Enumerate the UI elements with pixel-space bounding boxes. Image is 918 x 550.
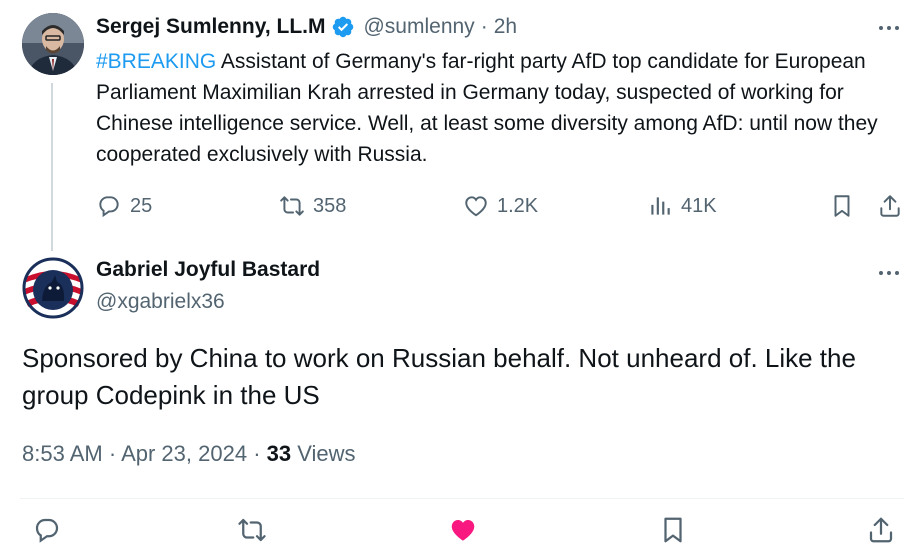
thread-line xyxy=(51,83,53,251)
reply-icon xyxy=(35,518,59,543)
meta-separator: · xyxy=(253,441,261,466)
share-button[interactable] xyxy=(866,515,896,545)
analytics-icon xyxy=(651,197,670,215)
reply-author-name[interactable]: Gabriel Joyful Bastard xyxy=(96,258,320,282)
views-count: 41K xyxy=(681,194,717,217)
like-button[interactable]: 1.2K xyxy=(463,190,538,222)
reply-button[interactable]: 25 xyxy=(96,190,152,222)
time-separator: · xyxy=(480,15,488,38)
reply-count: 25 xyxy=(130,194,153,217)
views-button[interactable]: 41K xyxy=(647,190,717,222)
hashtag-link[interactable]: #BREAKING xyxy=(96,50,216,73)
share-button[interactable] xyxy=(877,190,903,222)
author-name[interactable]: Sergej Sumlenny, LL.M xyxy=(96,15,325,39)
tweet-text: #BREAKING Assistant of Germany's far-rig… xyxy=(96,46,896,170)
reply-views-label: Views xyxy=(297,441,356,466)
verified-badge-icon xyxy=(331,15,355,39)
bookmark-icon xyxy=(834,195,850,217)
meta-separator: · xyxy=(108,441,117,466)
repost-icon xyxy=(280,196,304,216)
heart-filled-icon xyxy=(451,520,475,541)
reply-views-count: 33 xyxy=(266,441,292,466)
like-count: 1.2K xyxy=(497,194,539,217)
tweet-header: Sergej Sumlenny, LL.M @sumlenny · 2h xyxy=(96,13,517,41)
more-options-icon[interactable] xyxy=(876,18,906,38)
like-button[interactable] xyxy=(448,515,478,545)
repost-count: 358 xyxy=(313,194,347,217)
author-avatar[interactable] xyxy=(22,13,84,75)
reply-time[interactable]: 8:53 AM xyxy=(22,441,103,466)
repost-button[interactable]: 358 xyxy=(279,190,346,222)
reply-more-options-icon[interactable] xyxy=(876,263,906,283)
reply-meta: 8:53 AM · Apr 23, 2024 · 33 Views xyxy=(22,441,356,467)
share-icon xyxy=(880,195,900,217)
author-handle[interactable]: @sumlenny xyxy=(363,15,474,39)
reply-author-handle[interactable]: @xgabrielx36 xyxy=(96,290,225,314)
bookmark-icon xyxy=(664,517,682,543)
reply-icon xyxy=(99,196,119,218)
bookmark-button[interactable] xyxy=(829,190,855,222)
reply-date[interactable]: Apr 23, 2024 xyxy=(121,441,247,466)
bookmark-button[interactable] xyxy=(658,515,688,545)
divider xyxy=(20,498,904,499)
repost-button[interactable] xyxy=(237,515,267,545)
repost-icon xyxy=(238,518,266,542)
share-icon xyxy=(869,517,893,543)
avatar-logo xyxy=(22,257,84,319)
reply-author-avatar[interactable] xyxy=(22,257,84,319)
heart-icon xyxy=(465,196,487,217)
reply-button[interactable] xyxy=(32,515,62,545)
avatar-photo xyxy=(22,13,84,75)
reply-text: Sponsored by China to work on Russian be… xyxy=(22,343,856,410)
tweet-time[interactable]: 2h xyxy=(494,15,517,39)
